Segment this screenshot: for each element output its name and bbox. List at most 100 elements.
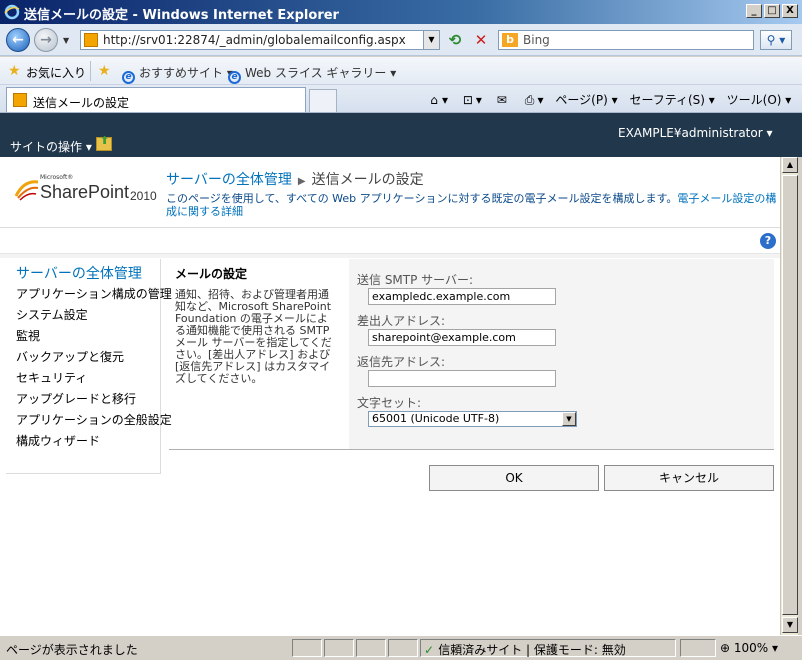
back-arrow-icon: ←	[12, 32, 24, 48]
magnifier-icon: ⚲	[766, 33, 776, 47]
scroll-down-icon[interactable]: ▼	[782, 617, 798, 633]
breadcrumb-arrow-icon: ▶	[297, 176, 306, 187]
history-dropdown-icon[interactable]: ▼	[63, 36, 69, 45]
site-actions-menu[interactable]: サイトの操作 ▾	[10, 138, 92, 155]
web-slice-gallery-link[interactable]: e Web スライス ギャラリー ▾	[228, 64, 396, 84]
nav-backup-restore[interactable]: バックアップと復元	[16, 348, 124, 365]
tools-menu[interactable]: ツール(O) ▾	[727, 91, 792, 108]
trusted-check-icon: ✓	[424, 643, 439, 657]
favorites-star-icon: ★	[8, 63, 21, 79]
nav-app-management[interactable]: アプリケーション構成の管理	[16, 285, 172, 302]
window-titlebar: 送信メールの設定 - Windows Internet Explorer _ □…	[0, 0, 802, 24]
address-toolbar: ← → ▼ http://srv01:22874/_admin/globalem…	[0, 24, 802, 56]
home-button[interactable]: ⌂ ▾	[426, 93, 448, 107]
character-set-label: 文字セット:	[357, 396, 422, 410]
header-divider	[0, 227, 780, 228]
address-url[interactable]: http://srv01:22874/_admin/globalemailcon…	[103, 33, 406, 47]
ie-page-icon: e	[122, 71, 135, 84]
from-address-input[interactable]: sharepoint@example.com	[368, 329, 556, 346]
status-cell	[292, 639, 322, 657]
tab-email-settings[interactable]: 送信メールの設定	[6, 87, 306, 112]
read-mail-button[interactable]: ✉	[494, 93, 510, 107]
breadcrumb-central-admin[interactable]: サーバーの全体管理	[166, 172, 292, 188]
mail-settings-section: メールの設定 通知、招待、および管理者用通知など、Microsoft Share…	[169, 259, 774, 449]
suggested-sites-link[interactable]: e おすすめサイト ▾	[122, 64, 233, 84]
nav-general-settings[interactable]: アプリケーションの全般設定	[16, 411, 172, 428]
home-icon: ⌂	[430, 93, 438, 107]
stop-icon[interactable]: ✕	[472, 32, 490, 50]
character-set-select[interactable]: 65001 (Unicode UTF-8) ▼	[368, 411, 577, 427]
ie-page-icon: e	[228, 71, 241, 84]
vertical-scrollbar[interactable]: ▲ ▼	[780, 157, 798, 635]
window-title: 送信メールの設定 - Windows Internet Explorer	[24, 8, 339, 23]
search-button[interactable]: ⚲ ▾	[760, 30, 792, 50]
safety-menu[interactable]: セーフティ(S) ▾	[629, 91, 714, 108]
cancel-button[interactable]: キャンセル	[604, 465, 774, 491]
mail-icon: ✉	[496, 93, 507, 107]
tab-bar: 送信メールの設定 ⌂ ▾ ⊡ ▾ ✉ ⎙ ▾ ページ(P) ▾ セーフティ(S) ▾ …	[0, 85, 802, 113]
zoom-control[interactable]: ⊕ 100% ▾	[720, 641, 778, 655]
from-address-label: 差出人アドレス:	[357, 314, 446, 328]
user-menu[interactable]: EXAMPLE¥administrator ▾	[618, 126, 773, 140]
scrollbar-thumb[interactable]	[782, 175, 798, 615]
address-bar[interactable]: http://srv01:22874/_admin/globalemailcon…	[80, 30, 440, 50]
window-border	[798, 157, 802, 635]
add-favorite-icon[interactable]: ★	[98, 63, 111, 79]
print-button[interactable]: ⎙ ▾	[522, 93, 544, 108]
nav-config-wizards[interactable]: 構成ウィザード	[16, 432, 100, 449]
reply-to-address-label: 返信先アドレス:	[357, 355, 446, 369]
smtp-server-input[interactable]: exampledc.example.com	[368, 288, 556, 305]
section-divider	[169, 449, 774, 450]
sharepoint-logo: Microsoft® SharePoint 2010	[14, 170, 164, 210]
mail-settings-fields: 送信 SMTP サーバー: exampledc.example.com 差出人ア…	[349, 259, 774, 449]
close-button[interactable]: X	[782, 4, 798, 18]
section-description: 通知、招待、および管理者用通知など、Microsoft SharePoint F…	[175, 288, 332, 385]
sharepoint-swirl-icon	[14, 180, 39, 201]
navigate-up-icon[interactable]: ⬆	[96, 134, 112, 151]
minimize-button[interactable]: _	[746, 4, 762, 18]
printer-icon: ⎙	[524, 93, 535, 107]
nav-upgrade-migration[interactable]: アップグレードと移行	[16, 390, 136, 407]
search-placeholder[interactable]: Bing	[523, 33, 550, 47]
status-bar: ページが表示されました ✓ 信頼済みサイト | 保護モード: 無効 ⊕ 100%…	[0, 635, 802, 660]
status-text: ページが表示されました	[6, 643, 138, 657]
ie-logo-icon	[4, 4, 20, 20]
page-help-icon[interactable]: ?	[760, 233, 776, 249]
protected-mode-cell[interactable]	[680, 639, 716, 657]
favorites-button[interactable]: お気に入り	[26, 64, 86, 81]
address-dropdown-icon[interactable]: ▼	[423, 31, 439, 49]
scroll-up-icon[interactable]: ▲	[782, 157, 798, 173]
page-menu[interactable]: ページ(P) ▾	[555, 91, 617, 108]
page-content: Microsoft® SharePoint 2010 サーバーの全体管理 ▶ 送信メ…	[0, 157, 780, 635]
forward-arrow-icon: →	[40, 32, 52, 48]
sharepoint-ribbon: EXAMPLE¥administrator ▾ サイトの操作 ▾ ⬆	[0, 113, 802, 157]
feeds-button[interactable]: ⊡ ▾	[460, 93, 482, 107]
compat-refresh-icon[interactable]: ⟲	[446, 32, 464, 50]
nav-monitoring[interactable]: 監視	[16, 327, 40, 344]
forward-button[interactable]: →	[34, 28, 58, 52]
page-favicon-icon	[84, 33, 98, 47]
smtp-server-label: 送信 SMTP サーバー:	[357, 273, 474, 287]
ok-button[interactable]: OK	[429, 465, 599, 491]
status-cell	[324, 639, 354, 657]
tab-title: 送信メールの設定	[33, 96, 130, 110]
breadcrumb: サーバーの全体管理 ▶ 送信メールの設定	[166, 169, 424, 189]
content-band	[0, 253, 780, 258]
favorites-separator	[90, 61, 91, 81]
page-description: このページを使用して、すべての Web アプリケーションに対する既定の電子メール…	[166, 192, 777, 218]
new-tab-button[interactable]	[309, 89, 337, 112]
chevron-down-icon[interactable]: ▼	[562, 412, 576, 426]
reply-to-address-input[interactable]	[368, 370, 556, 387]
search-box[interactable]: b Bing	[498, 30, 754, 50]
quick-launch: サーバーの全体管理 アプリケーション構成の管理 システム設定 監視 バックアップ…	[6, 259, 172, 474]
maximize-button[interactable]: □	[764, 4, 780, 18]
nav-system-settings[interactable]: システム設定	[16, 306, 88, 323]
status-cell	[388, 639, 418, 657]
section-title: メールの設定	[175, 267, 248, 281]
status-cell	[356, 639, 386, 657]
security-zone[interactable]: ✓ 信頼済みサイト | 保護モード: 無効	[424, 641, 626, 658]
tab-favicon-icon	[13, 93, 27, 107]
nav-security[interactable]: セキュリティ	[16, 369, 87, 386]
back-button[interactable]: ←	[6, 28, 30, 52]
nav-central-admin[interactable]: サーバーの全体管理	[16, 263, 142, 283]
